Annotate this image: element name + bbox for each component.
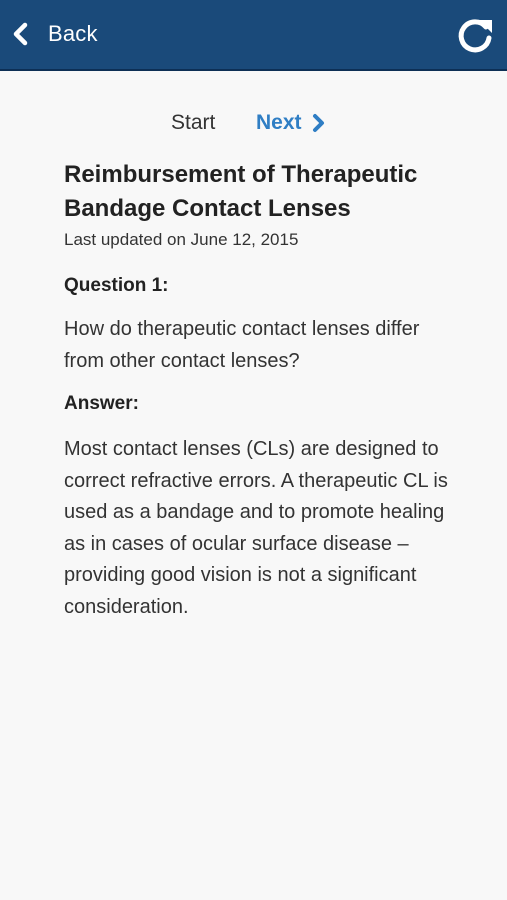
refresh-icon xyxy=(458,19,492,53)
answer-heading: Answer: xyxy=(64,393,139,414)
top-navbar: Back xyxy=(0,0,507,71)
pager: Start Next xyxy=(0,111,507,141)
question-heading: Question 1: xyxy=(64,275,169,296)
next-link[interactable]: Next xyxy=(256,111,326,135)
next-label: Next xyxy=(256,111,302,134)
back-label: Back xyxy=(48,21,98,46)
refresh-button[interactable] xyxy=(455,16,495,56)
article-content: Reimbursement of Therapeutic Bandage Con… xyxy=(64,158,464,623)
article-title: Reimbursement of Therapeutic Bandage Con… xyxy=(64,161,418,222)
question-text: How do therapeutic contact lenses differ… xyxy=(64,318,420,372)
chevron-right-icon xyxy=(312,114,324,132)
back-button[interactable]: Back xyxy=(10,14,98,54)
chevron-left-icon xyxy=(13,22,28,46)
last-updated-text: Last updated on June 12, 2015 xyxy=(64,230,299,249)
start-link[interactable]: Start xyxy=(171,111,215,135)
answer-text: Most contact lenses (CLs) are designed t… xyxy=(64,438,448,618)
